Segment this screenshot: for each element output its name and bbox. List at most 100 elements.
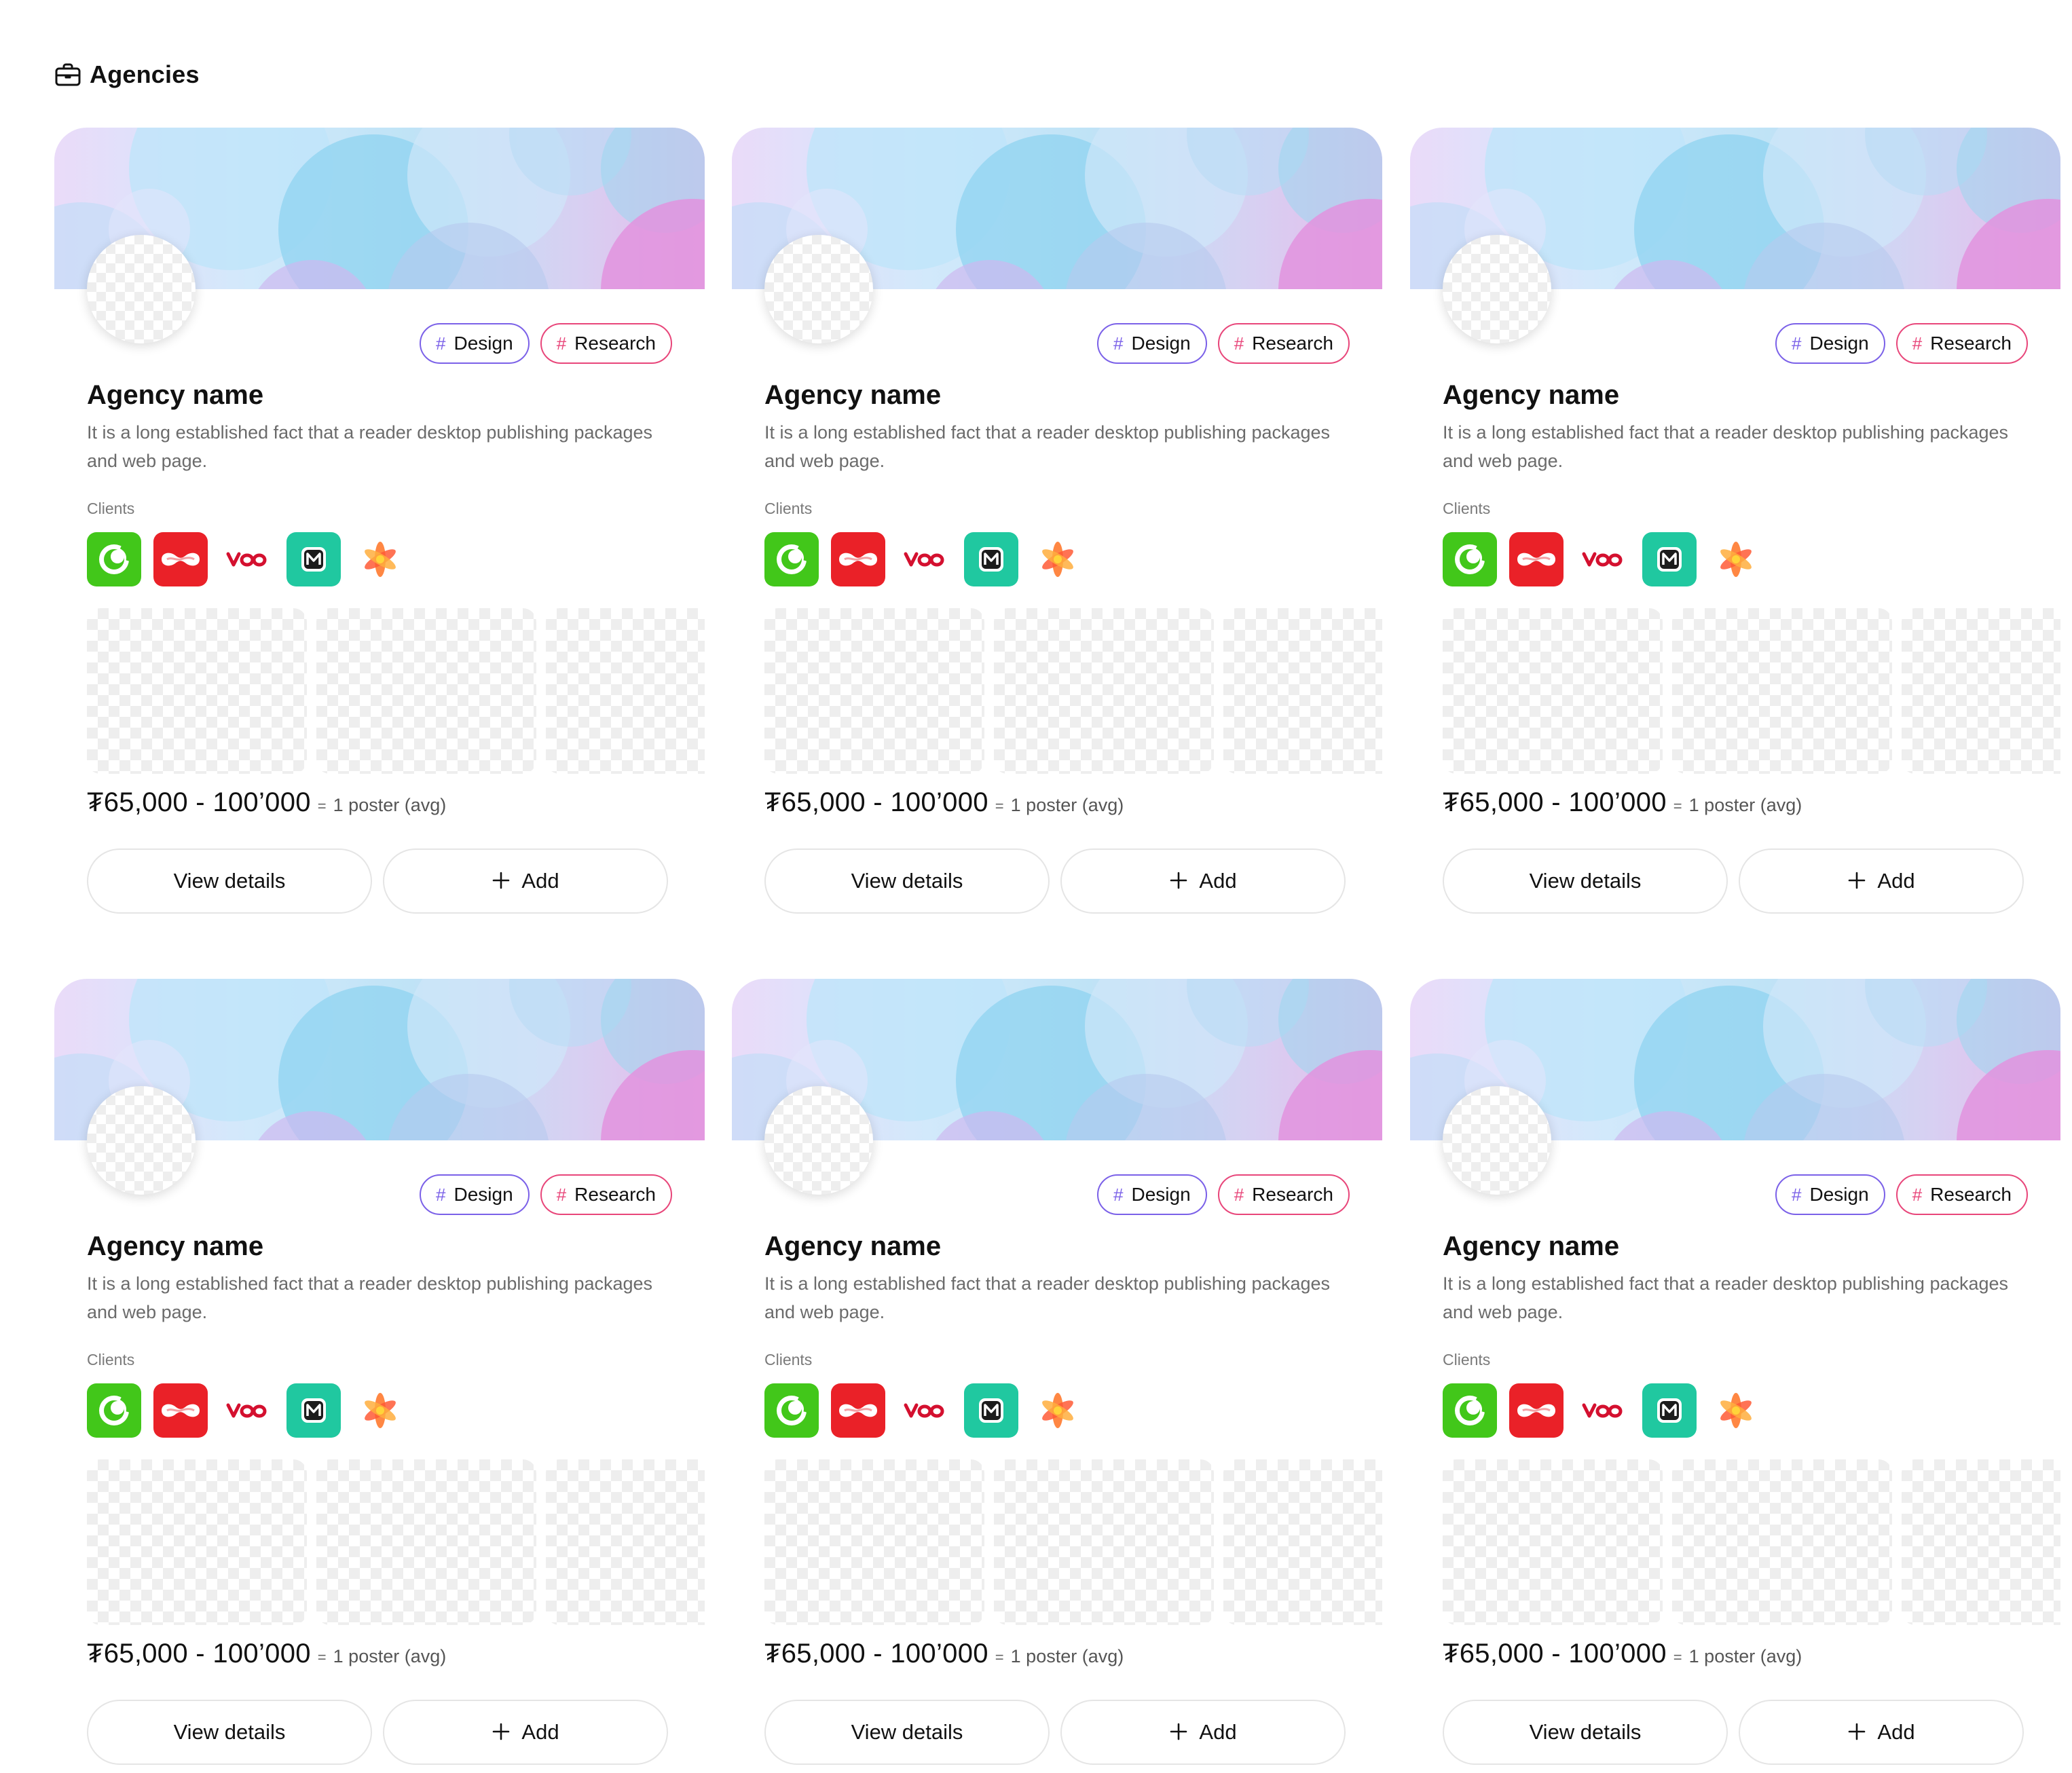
green-swirl-logo[interactable] <box>1443 1383 1497 1438</box>
tag-design[interactable]: # Design <box>1097 1174 1207 1215</box>
add-button[interactable]: Add <box>1060 1700 1346 1765</box>
add-button[interactable]: Add <box>383 848 668 914</box>
portfolio-thumbnail[interactable] <box>1443 608 1663 774</box>
portfolio-thumbnail[interactable] <box>546 1459 705 1625</box>
view-details-button[interactable]: View details <box>87 848 372 914</box>
portfolio-thumbnail[interactable] <box>994 1459 1214 1625</box>
portfolio-thumbnails <box>1443 608 2060 774</box>
tag-research[interactable]: # Research <box>540 323 672 364</box>
tag-design[interactable]: # Design <box>420 323 530 364</box>
avatar <box>1443 235 1551 343</box>
add-button[interactable]: Add <box>1060 848 1346 914</box>
orange-asterisk-logo[interactable] <box>1709 1383 1763 1438</box>
avatar <box>87 235 196 343</box>
view-details-button[interactable]: View details <box>764 1700 1050 1765</box>
m-box-logo[interactable] <box>964 532 1018 586</box>
briefcase-icon <box>54 61 81 88</box>
clients-label: Clients <box>1443 500 1491 517</box>
agency-card[interactable]: # Design # Research Agency name It is a … <box>732 128 1382 922</box>
red-wave-logo[interactable] <box>831 1383 885 1438</box>
hash-icon: # <box>1234 333 1244 354</box>
orange-asterisk-logo[interactable] <box>353 1383 407 1438</box>
voo-logo[interactable] <box>898 532 952 586</box>
card-actions: View details Add <box>87 1700 668 1765</box>
tag-list: # Design # Research <box>420 1174 672 1215</box>
tag-research[interactable]: # Research <box>1217 1174 1350 1215</box>
voo-logo[interactable] <box>1576 532 1630 586</box>
tag-research[interactable]: # Research <box>1895 1174 2028 1215</box>
clients-label: Clients <box>764 1351 813 1368</box>
orange-asterisk-logo[interactable] <box>353 532 407 586</box>
add-button[interactable]: Add <box>383 1700 668 1765</box>
agency-name: Agency name <box>764 380 942 410</box>
green-swirl-logo[interactable] <box>764 1383 819 1438</box>
green-swirl-logo[interactable] <box>87 532 141 586</box>
card-actions: View details Add <box>1443 1700 2024 1765</box>
green-swirl-logo[interactable] <box>1443 532 1497 586</box>
portfolio-thumbnail[interactable] <box>316 1459 536 1625</box>
voo-logo[interactable] <box>220 1383 274 1438</box>
agency-card[interactable]: # Design # Research Agency name It is a … <box>732 979 1382 1773</box>
portfolio-thumbnail[interactable] <box>546 608 705 774</box>
portfolio-thumbnail[interactable] <box>1672 1459 1892 1625</box>
tag-research[interactable]: # Research <box>1895 323 2028 364</box>
agency-name: Agency name <box>87 1231 264 1261</box>
hash-icon: # <box>1234 1184 1244 1205</box>
orange-asterisk-logo[interactable] <box>1709 532 1763 586</box>
green-swirl-logo[interactable] <box>87 1383 141 1438</box>
portfolio-thumbnails <box>764 608 1382 774</box>
portfolio-thumbnail[interactable] <box>994 608 1214 774</box>
add-button[interactable]: Add <box>1739 848 2024 914</box>
tag-research[interactable]: # Research <box>540 1174 672 1215</box>
add-label: Add <box>521 1720 559 1744</box>
tag-design[interactable]: # Design <box>420 1174 530 1215</box>
green-swirl-logo[interactable] <box>764 532 819 586</box>
agency-card[interactable]: # Design # Research Agency name It is a … <box>54 979 705 1773</box>
add-button[interactable]: Add <box>1739 1700 2024 1765</box>
tag-design[interactable]: # Design <box>1775 1174 1885 1215</box>
m-box-logo[interactable] <box>286 1383 341 1438</box>
orange-asterisk-logo[interactable] <box>1031 532 1085 586</box>
agency-card[interactable]: # Design # Research Agency name It is a … <box>1410 128 2060 922</box>
card-actions: View details Add <box>764 1700 1346 1765</box>
portfolio-thumbnail[interactable] <box>1443 1459 1663 1625</box>
portfolio-thumbnail[interactable] <box>1902 608 2060 774</box>
portfolio-thumbnail[interactable] <box>764 1459 984 1625</box>
portfolio-thumbnail[interactable] <box>1223 1459 1382 1625</box>
voo-logo[interactable] <box>220 532 274 586</box>
view-details-button[interactable]: View details <box>1443 1700 1728 1765</box>
tag-research[interactable]: # Research <box>1217 323 1350 364</box>
agency-card[interactable]: # Design # Research Agency name It is a … <box>54 128 705 922</box>
price-row: ₮65,000 - 100’000 = 1 poster (avg) <box>764 1639 1124 1669</box>
agency-card[interactable]: # Design # Research Agency name It is a … <box>1410 979 2060 1773</box>
orange-asterisk-logo[interactable] <box>1031 1383 1085 1438</box>
m-box-logo[interactable] <box>1642 532 1697 586</box>
portfolio-thumbnail[interactable] <box>87 1459 307 1625</box>
portfolio-thumbnail[interactable] <box>1902 1459 2060 1625</box>
red-wave-logo[interactable] <box>1509 532 1564 586</box>
portfolio-thumbnail[interactable] <box>764 608 984 774</box>
portfolio-thumbnail[interactable] <box>87 608 307 774</box>
tag-label: Research <box>1252 1184 1333 1205</box>
tag-label: Research <box>1930 1184 2012 1205</box>
m-box-logo[interactable] <box>964 1383 1018 1438</box>
view-details-button[interactable]: View details <box>87 1700 372 1765</box>
voo-logo[interactable] <box>898 1383 952 1438</box>
portfolio-thumbnail[interactable] <box>316 608 536 774</box>
voo-logo[interactable] <box>1576 1383 1630 1438</box>
portfolio-thumbnail[interactable] <box>1223 608 1382 774</box>
red-wave-logo[interactable] <box>831 532 885 586</box>
tag-design[interactable]: # Design <box>1097 323 1207 364</box>
red-wave-logo[interactable] <box>1509 1383 1564 1438</box>
avatar <box>764 235 873 343</box>
view-details-button[interactable]: View details <box>1443 848 1728 914</box>
m-box-logo[interactable] <box>286 532 341 586</box>
tag-label: Design <box>1131 333 1191 354</box>
red-wave-logo[interactable] <box>153 532 208 586</box>
tag-design[interactable]: # Design <box>1775 323 1885 364</box>
price-note: 1 poster (avg) <box>1688 795 1802 815</box>
m-box-logo[interactable] <box>1642 1383 1697 1438</box>
red-wave-logo[interactable] <box>153 1383 208 1438</box>
portfolio-thumbnail[interactable] <box>1672 608 1892 774</box>
view-details-button[interactable]: View details <box>764 848 1050 914</box>
